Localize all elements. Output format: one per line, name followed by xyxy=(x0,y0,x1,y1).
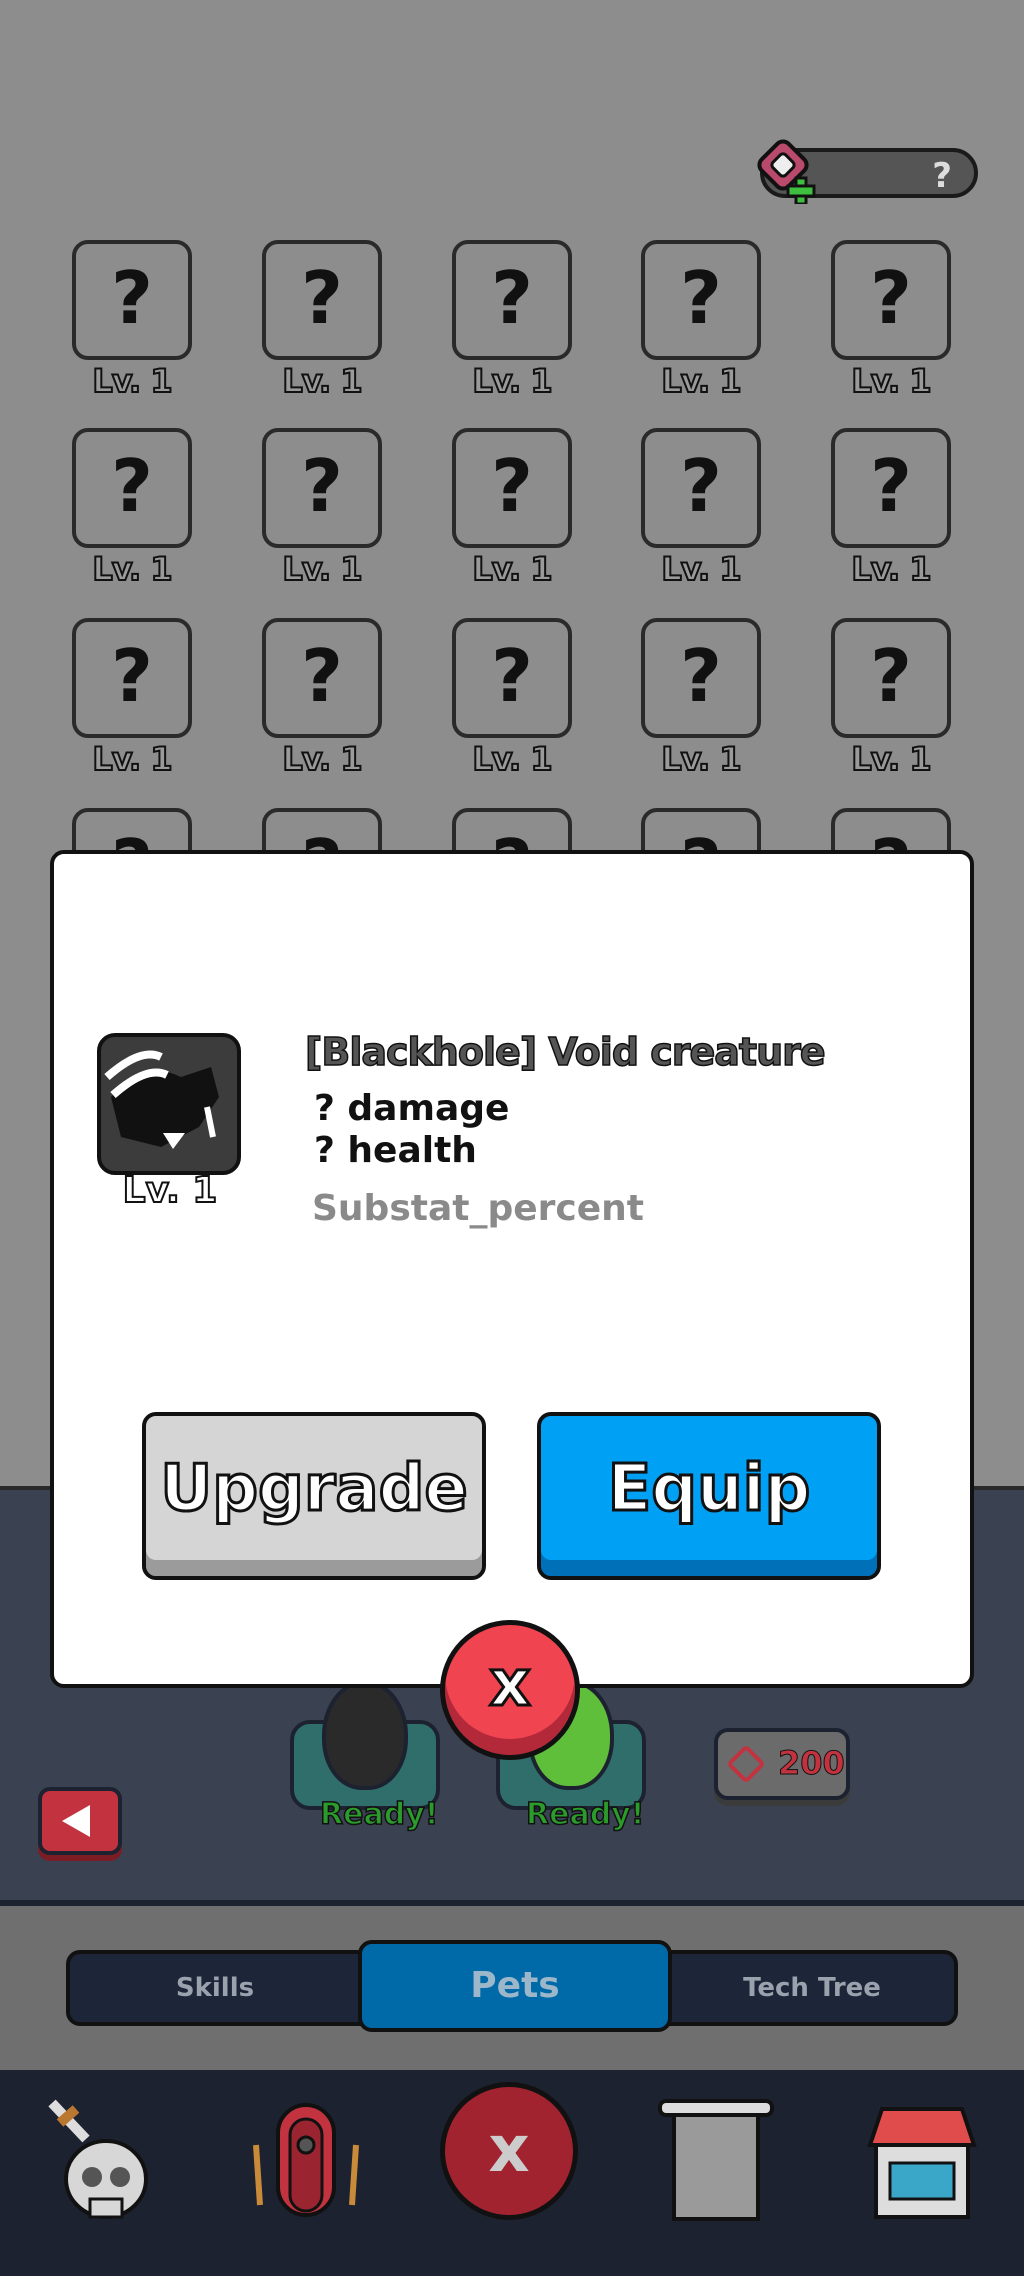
pet-slot[interactable]: ? Lv. 1 xyxy=(452,428,572,589)
unknown-pet-icon: ? xyxy=(680,256,722,340)
unknown-pet-icon: ? xyxy=(301,256,343,340)
pet-slot-level: Lv. 1 xyxy=(660,739,742,779)
pet-slot[interactable]: ? Lv. 1 xyxy=(262,240,382,401)
pet-slot-level: Lv. 1 xyxy=(471,361,553,401)
banner-icon[interactable] xyxy=(656,2095,776,2225)
pet-slot-level: Lv. 1 xyxy=(91,739,173,779)
skull-icon[interactable] xyxy=(42,2095,162,2225)
pet-avatar xyxy=(97,1033,241,1175)
gem-plus-icon[interactable] xyxy=(752,138,818,204)
pet-slot-level: Lv. 1 xyxy=(281,739,363,779)
gem-icon xyxy=(726,1744,766,1784)
pet-slot[interactable]: ? Lv. 1 xyxy=(831,240,951,401)
unknown-pet-icon: ? xyxy=(301,444,343,528)
pet-slot[interactable]: ? Lv. 1 xyxy=(72,240,192,401)
unknown-pet-icon: ? xyxy=(491,634,533,718)
back-button[interactable] xyxy=(38,1787,122,1855)
pet-slot-level: Lv. 1 xyxy=(471,739,553,779)
pet-substat: Substat_percent xyxy=(312,1188,644,1229)
pet-slot[interactable]: ? Lv. 1 xyxy=(72,618,192,779)
close-icon: x xyxy=(488,2113,530,2187)
unknown-pet-icon: ? xyxy=(111,444,153,528)
equip-button[interactable]: Equip xyxy=(537,1412,881,1580)
egg-status: Ready! xyxy=(525,1796,645,1833)
pet-slot-level: Lv. 1 xyxy=(660,549,742,589)
unknown-pet-icon: ? xyxy=(491,256,533,340)
pet-slot-level: Lv. 1 xyxy=(660,361,742,401)
egg-icon xyxy=(322,1680,408,1790)
pet-stat-damage: ? damage xyxy=(314,1088,510,1129)
gem-counter-value: ? xyxy=(932,156,952,196)
divider xyxy=(0,1900,1024,1906)
close-icon: x xyxy=(488,1646,532,1723)
pet-slot[interactable]: ? Lv. 1 xyxy=(262,618,382,779)
shop-icon[interactable] xyxy=(862,2095,982,2225)
unknown-pet-icon: ? xyxy=(870,444,912,528)
pet-slot[interactable]: ? Lv. 1 xyxy=(452,618,572,779)
category-tabs: Skills Pets Tech Tree xyxy=(66,1940,958,2032)
pet-slot[interactable]: ? Lv. 1 xyxy=(72,428,192,589)
pet-stat-health: ? health xyxy=(314,1130,477,1171)
equip-button-label: Equip xyxy=(606,1451,812,1528)
unknown-pet-icon: ? xyxy=(111,634,153,718)
pet-slot-level: Lv. 1 xyxy=(850,739,932,779)
close-nav-button[interactable]: x xyxy=(440,2082,578,2220)
pet-slot[interactable]: ? Lv. 1 xyxy=(641,240,761,401)
pet-slot-level: Lv. 1 xyxy=(850,361,932,401)
pet-slot[interactable]: ? Lv. 1 xyxy=(641,428,761,589)
upgrade-button[interactable]: Upgrade xyxy=(142,1412,486,1580)
arrow-left-icon xyxy=(62,1805,90,1837)
pet-slot-level: Lv. 1 xyxy=(281,361,363,401)
unknown-pet-icon: ? xyxy=(870,256,912,340)
pet-title: [Blackhole] Void creature xyxy=(304,1029,826,1075)
door-icon[interactable] xyxy=(246,2095,366,2225)
unknown-pet-icon: ? xyxy=(491,444,533,528)
pet-slot[interactable]: ? Lv. 1 xyxy=(262,428,382,589)
pet-slot-level: Lv. 1 xyxy=(281,549,363,589)
pet-slot-level: Lv. 1 xyxy=(91,361,173,401)
unknown-pet-icon: ? xyxy=(870,634,912,718)
pet-slot[interactable]: ? Lv. 1 xyxy=(641,618,761,779)
unknown-pet-icon: ? xyxy=(301,634,343,718)
tab-tech-tree[interactable]: Tech Tree xyxy=(670,1954,954,2022)
tab-skills[interactable]: Skills xyxy=(70,1954,360,2022)
pet-slot-level: Lv. 1 xyxy=(471,549,553,589)
close-modal-button[interactable]: x xyxy=(440,1620,580,1760)
pet-slot[interactable]: ? Lv. 1 xyxy=(831,428,951,589)
pet-slot-level: Lv. 1 xyxy=(850,549,932,589)
buy-egg-button[interactable]: 200 xyxy=(714,1728,850,1800)
buy-egg-cost: 200 xyxy=(778,1744,846,1783)
egg-status: Ready! xyxy=(319,1796,439,1833)
void-creature-icon xyxy=(104,1050,219,1149)
pet-slot[interactable]: ? Lv. 1 xyxy=(452,240,572,401)
pet-slot-level: Lv. 1 xyxy=(91,549,173,589)
pet-slot[interactable]: ? Lv. 1 xyxy=(831,618,951,779)
unknown-pet-icon: ? xyxy=(680,634,722,718)
upgrade-button-label: Upgrade xyxy=(159,1451,470,1528)
tab-pets[interactable]: Pets xyxy=(358,1940,672,2032)
pet-level: Lv. 1 xyxy=(122,1169,219,1212)
unknown-pet-icon: ? xyxy=(680,444,722,528)
unknown-pet-icon: ? xyxy=(111,256,153,340)
